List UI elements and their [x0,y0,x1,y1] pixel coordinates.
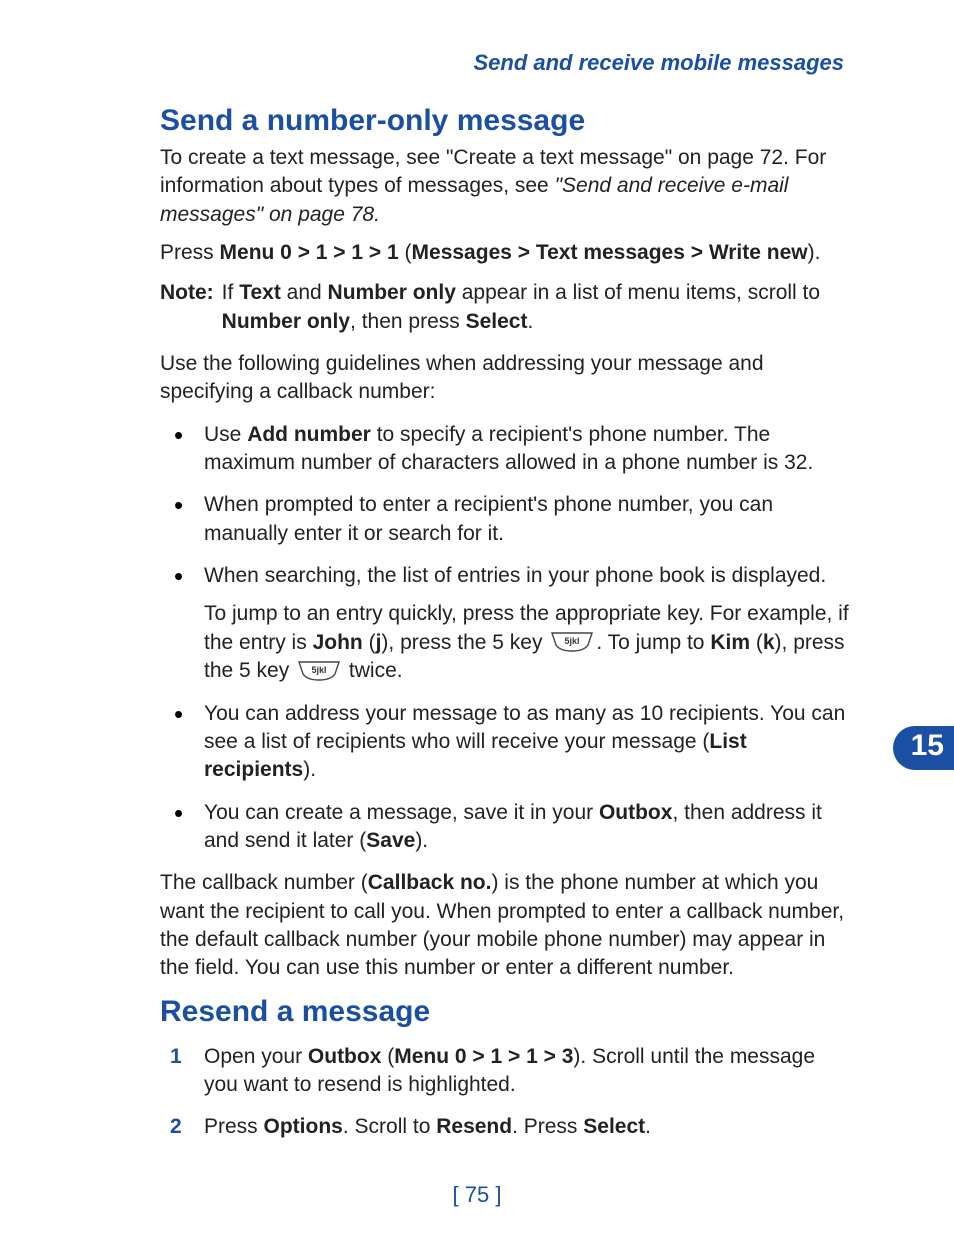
text: . Press [512,1115,583,1138]
list-item-subparagraph: To jump to an entry quickly, press the a… [204,600,854,685]
text: You can create a message, save it in you… [204,801,599,824]
running-header: Send and receive mobile messages [160,50,854,76]
text: . To jump to [596,631,710,654]
step-item: Press Options. Scroll to Resend. Press S… [200,1113,854,1141]
text: ( [363,631,376,654]
chapter-tab: 15 [893,726,954,770]
text: You can address your message to as many … [204,702,845,753]
example-letter: k [763,631,775,654]
text: ), press the 5 key [381,631,548,654]
softkey-label: Select [466,310,528,333]
menu-item: Text [239,281,281,304]
text: . [645,1115,651,1138]
callback-paragraph: The callback number (Callback no.) is th… [160,869,854,982]
menu-item: Resend [436,1115,512,1138]
command-name: Save [366,829,415,852]
section-heading-resend: Resend a message [160,995,854,1029]
page-number: [ 75 ] [0,1182,954,1208]
text: When searching, the list of entries in y… [204,564,826,587]
example-name: Kim [710,631,750,654]
note-block: Note: If Text and Number only appear in … [160,279,854,336]
text: . [527,310,533,333]
text: , then press [350,310,466,333]
note-body: If Text and Number only appear in a list… [222,279,854,336]
list-item: Use Add number to specify a recipient's … [200,421,854,478]
guidelines-intro: Use the following guidelines when addres… [160,350,854,407]
press-instruction: Press Menu 0 > 1 > 1 > 1 (Messages > Tex… [160,239,854,267]
field-name: Callback no. [368,871,492,894]
text: The callback number ( [160,871,368,894]
text: ). [808,241,821,264]
menu-path: Menu 0 > 1 > 1 > 1 [220,241,399,264]
text: ( [750,631,763,654]
folder-name: Outbox [599,801,673,824]
softkey-label: Options [264,1115,343,1138]
text: . Scroll to [343,1115,436,1138]
menu-item: Number only [222,310,350,333]
text: and [281,281,328,304]
text: Use [204,423,247,446]
text: twice. [343,659,403,682]
phone-key-5-icon [550,631,594,653]
example-name: John [313,631,363,654]
command-name: Add number [247,423,371,446]
list-item: When searching, the list of entries in y… [200,562,854,685]
text: appear in a list of menu items, scroll t… [456,281,820,304]
section-heading-send-number-only: Send a number-only message [160,104,854,138]
menu-path-labels: Messages > Text messages > Write new [412,241,808,264]
list-item: You can create a message, save it in you… [200,799,854,856]
intro-paragraph: To create a text message, see "Create a … [160,144,854,229]
note-label: Note: [160,279,214,336]
text: Press [204,1115,264,1138]
menu-item: Number only [328,281,456,304]
folder-name: Outbox [308,1045,382,1068]
text: ( [381,1045,394,1068]
guidelines-list: Use Add number to specify a recipient's … [160,421,854,855]
phone-key-5-icon [297,660,341,682]
text: Open your [204,1045,308,1068]
text: ). [303,758,316,781]
text: ). [415,829,428,852]
menu-path: Menu 0 > 1 > 1 > 3 [394,1045,573,1068]
text: If [222,281,240,304]
list-item: You can address your message to as many … [200,700,854,785]
list-item: When prompted to enter a recipient's pho… [200,491,854,548]
text: ( [399,241,412,264]
softkey-label: Select [583,1115,645,1138]
text: Press [160,241,220,264]
step-item: Open your Outbox (Menu 0 > 1 > 1 > 3). S… [200,1043,854,1100]
resend-steps: Open your Outbox (Menu 0 > 1 > 1 > 3). S… [160,1043,854,1142]
